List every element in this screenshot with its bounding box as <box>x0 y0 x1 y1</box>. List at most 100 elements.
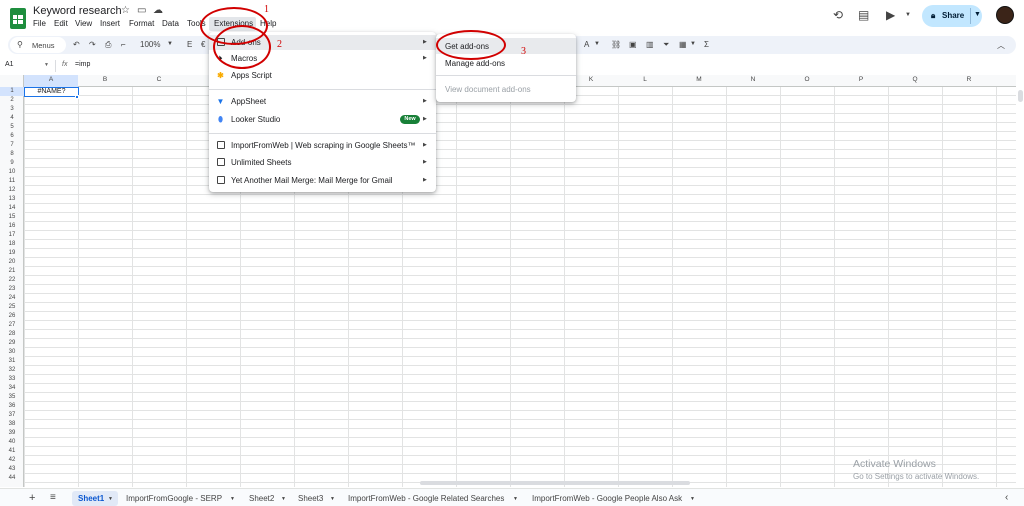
tab-dropdown-icon[interactable]: ▼ <box>230 496 235 502</box>
spreadsheet-grid[interactable]: ABCDEFGHIJKLMNOPQR 123456789101112131415… <box>0 75 1016 487</box>
menu-item-looker-studio[interactable]: ⬮ Looker Studio New ▶ <box>209 112 436 127</box>
text-color-icon[interactable]: A <box>584 40 589 49</box>
row-header[interactable]: 10 <box>0 169 24 175</box>
zoom-dropdown-icon[interactable]: ▼ <box>167 41 173 47</box>
column-header-p[interactable]: P <box>834 76 888 83</box>
undo-icon[interactable]: ↶ <box>73 40 80 49</box>
explore-icon[interactable]: ‹ <box>1005 492 1008 503</box>
row-header[interactable]: 36 <box>0 403 24 409</box>
tab-sheet3[interactable]: Sheet3 <box>298 494 323 503</box>
tab-importfromgoogle-serp[interactable]: ImportFromGoogle - SERP <box>126 494 222 503</box>
zoom-select[interactable]: 100% <box>140 40 160 49</box>
row-header[interactable]: 39 <box>0 430 24 436</box>
row-header[interactable]: 9 <box>0 160 24 166</box>
row-header[interactable]: 26 <box>0 313 24 319</box>
row-header[interactable]: 43 <box>0 466 24 472</box>
menu-item-importfromweb[interactable]: ImportFromWeb | Web scraping in Google S… <box>209 138 436 153</box>
collapse-toolbar-icon[interactable]: ︿ <box>997 40 1005 51</box>
column-header-q[interactable]: Q <box>888 76 942 83</box>
fill-handle[interactable] <box>75 95 79 99</box>
share-dropdown-icon[interactable]: ▼ <box>974 11 981 18</box>
row-header[interactable]: 25 <box>0 304 24 310</box>
insert-chart-icon[interactable]: ▥ <box>646 40 654 49</box>
cloud-status-icon[interactable]: ☁ <box>153 5 163 16</box>
tab-people-also-ask[interactable]: ImportFromWeb - Google People Also Ask <box>532 494 682 503</box>
currency-icon[interactable]: € <box>201 40 205 49</box>
select-all-corner[interactable] <box>0 75 24 87</box>
row-header[interactable]: 11 <box>0 178 24 184</box>
cell-a1[interactable]: #NAME? <box>24 87 79 97</box>
column-header-b[interactable]: B <box>78 76 132 83</box>
paint-format-icon[interactable]: ⌐ <box>121 40 126 49</box>
row-header[interactable]: 16 <box>0 223 24 229</box>
filter-views-dropdown-icon[interactable]: ▼ <box>690 41 696 47</box>
add-sheet-icon[interactable]: + <box>29 492 35 504</box>
star-icon[interactable]: ☆ <box>121 5 130 16</box>
row-header[interactable]: 21 <box>0 268 24 274</box>
row-header[interactable]: 37 <box>0 412 24 418</box>
insert-comment-icon[interactable]: ▣ <box>629 40 637 49</box>
tab-dropdown-icon[interactable]: ▼ <box>108 496 113 502</box>
row-header[interactable]: 24 <box>0 295 24 301</box>
column-header-c[interactable]: C <box>132 76 186 83</box>
tab-sheet2[interactable]: Sheet2 <box>249 494 274 503</box>
meet-icon[interactable]: ▶ <box>886 8 895 22</box>
redo-icon[interactable]: ↷ <box>89 40 96 49</box>
toolbar-truncated-item[interactable]: E <box>187 40 192 49</box>
share-button[interactable]: 🔒︎ Share ▼ <box>922 5 982 27</box>
column-header-o[interactable]: O <box>780 76 834 83</box>
row-header[interactable]: 18 <box>0 241 24 247</box>
document-title[interactable]: Keyword research <box>33 5 122 17</box>
row-header[interactable]: 40 <box>0 439 24 445</box>
search-menus-button[interactable]: ⚲ Menus <box>10 37 66 53</box>
row-header[interactable]: 28 <box>0 331 24 337</box>
avatar[interactable] <box>996 6 1014 24</box>
row-header[interactable]: 17 <box>0 232 24 238</box>
row-header[interactable]: 2 <box>0 97 24 103</box>
row-header[interactable]: 4 <box>0 115 24 121</box>
row-header[interactable]: 12 <box>0 187 24 193</box>
row-header[interactable]: 8 <box>0 151 24 157</box>
column-header-r[interactable]: R <box>942 76 996 83</box>
name-box[interactable]: A1 <box>5 61 14 68</box>
row-header[interactable]: 27 <box>0 322 24 328</box>
meet-dropdown-icon[interactable]: ▼ <box>905 12 911 18</box>
print-icon[interactable]: ⎙ <box>105 40 111 50</box>
version-history-icon[interactable]: ⟲ <box>833 8 843 22</box>
row-header[interactable]: 6 <box>0 133 24 139</box>
functions-icon[interactable]: Σ <box>704 40 709 49</box>
tab-dropdown-icon[interactable]: ▼ <box>330 496 335 502</box>
menu-format[interactable]: Format <box>129 19 154 28</box>
row-header[interactable]: 20 <box>0 259 24 265</box>
column-header-a[interactable]: A <box>24 76 78 83</box>
row-header[interactable]: 23 <box>0 286 24 292</box>
filter-icon[interactable]: ⏷ <box>663 40 669 50</box>
menu-item-appsheet[interactable]: ▼ AppSheet ▶ <box>209 94 436 109</box>
vertical-scroll-thumb[interactable] <box>1018 90 1023 102</box>
vertical-scrollbar[interactable] <box>1016 75 1024 487</box>
menu-item-mail-merge[interactable]: Yet Another Mail Merge: Mail Merge for G… <box>209 173 436 188</box>
tab-dropdown-icon[interactable]: ▼ <box>690 496 695 502</box>
all-sheets-icon[interactable]: ≡ <box>50 492 56 503</box>
row-header[interactable]: 44 <box>0 475 24 481</box>
name-box-dropdown-icon[interactable]: ▼ <box>44 62 49 68</box>
row-header[interactable]: 32 <box>0 367 24 373</box>
row-header[interactable]: 33 <box>0 376 24 382</box>
row-header[interactable]: 42 <box>0 457 24 463</box>
row-header[interactable]: 19 <box>0 250 24 256</box>
tab-sheet1[interactable]: Sheet1 <box>78 494 104 503</box>
menu-insert[interactable]: Insert <box>100 19 120 28</box>
row-header[interactable]: 35 <box>0 394 24 400</box>
menu-edit[interactable]: Edit <box>54 19 68 28</box>
row-header[interactable]: 13 <box>0 196 24 202</box>
formula-input[interactable]: =imp <box>75 61 90 68</box>
tab-related-searches[interactable]: ImportFromWeb - Google Related Searches <box>348 494 504 503</box>
row-header[interactable]: 30 <box>0 349 24 355</box>
row-header[interactable]: 41 <box>0 448 24 454</box>
horizontal-scroll-thumb[interactable] <box>420 481 690 485</box>
column-header-m[interactable]: M <box>672 76 726 83</box>
row-header[interactable]: 15 <box>0 214 24 220</box>
row-header[interactable]: 14 <box>0 205 24 211</box>
row-header[interactable]: 3 <box>0 106 24 112</box>
row-header[interactable]: 7 <box>0 142 24 148</box>
